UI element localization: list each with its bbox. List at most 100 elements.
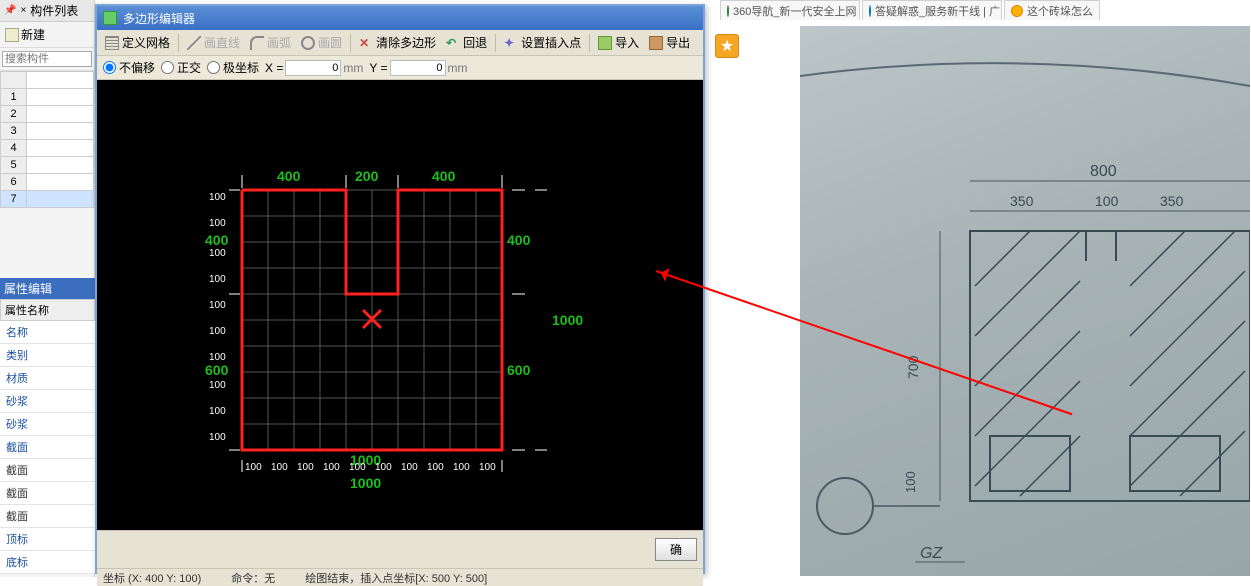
- table-row[interactable]: 2: [1, 106, 94, 123]
- prop-row[interactable]: 截面: [0, 505, 95, 528]
- tick-100: 100: [209, 352, 226, 363]
- panel-title-text: 构件列表: [30, 2, 78, 19]
- tick-100: 100: [209, 274, 226, 285]
- dim-left-600: 600: [205, 362, 228, 378]
- tick-100: 100: [297, 462, 314, 473]
- window-title: 多边形编辑器: [123, 10, 195, 27]
- dim-top-400: 400: [277, 168, 300, 184]
- properties-header: 属性名称: [0, 299, 95, 321]
- dim-350: 350: [1010, 193, 1034, 209]
- import-icon: [598, 36, 612, 50]
- set-insert-point-button[interactable]: ✦ 设置插入点: [500, 33, 585, 52]
- site-icon: [869, 5, 871, 17]
- browser-tab[interactable]: 这个砖垛怎么: [1004, 0, 1100, 20]
- prop-row[interactable]: 截面: [0, 436, 95, 459]
- export-button[interactable]: 导出: [645, 33, 694, 52]
- pin-icon[interactable]: 📌: [4, 5, 16, 16]
- undo-button[interactable]: ↶ 回退: [442, 33, 491, 52]
- tick-100: 100: [209, 218, 226, 229]
- circle-icon: [301, 36, 315, 50]
- tick-100: 100: [209, 300, 226, 311]
- prop-row[interactable]: 名称: [0, 321, 95, 344]
- prop-row[interactable]: 截面: [0, 482, 95, 505]
- new-component-button[interactable]: 新建: [2, 25, 48, 44]
- no-offset-radio[interactable]: 不偏移: [103, 59, 155, 76]
- undo-icon: ↶: [446, 36, 460, 50]
- tick-100: 100: [209, 248, 226, 259]
- y-input[interactable]: [390, 60, 446, 76]
- line-icon: [187, 36, 201, 50]
- dim-700: 700: [905, 355, 921, 379]
- tick-100: 100: [209, 432, 226, 443]
- polar-radio[interactable]: 极坐标: [207, 59, 259, 76]
- blueprint-sketch: 800 350 100 350: [800, 26, 1250, 576]
- prop-row[interactable]: 顶标: [0, 528, 95, 551]
- table-row[interactable]: 7: [1, 191, 94, 208]
- browser-tab[interactable]: 360导航_新一代安全上网 ×: [720, 0, 860, 20]
- draw-line-button[interactable]: 画直线: [183, 33, 244, 52]
- table-row[interactable]: [1, 72, 94, 89]
- close-icon[interactable]: ×: [20, 5, 26, 16]
- app-icon: [103, 11, 117, 25]
- editor-toolbar: 定义网格 画直线 画弧 画圆 ✕ 清除多边形 ↶ 回退 ✦ 设置插入点: [97, 30, 703, 56]
- site-icon: [1011, 5, 1023, 17]
- status-bar: 坐标 (X: 400 Y: 100) 命令：无 绘图结束，插入点坐标[X: 50…: [97, 568, 703, 586]
- prop-row[interactable]: 材质: [0, 367, 95, 390]
- tick-100: 100: [479, 462, 496, 473]
- tick-100: 100: [245, 462, 262, 473]
- dialog-footer: 确: [97, 530, 703, 568]
- prop-row[interactable]: 底标: [0, 551, 95, 574]
- browser-tab[interactable]: 答疑解惑_服务新干线 | 广 ×: [862, 0, 1002, 20]
- panel-header: 📌 × 构件列表: [0, 0, 94, 22]
- dim-350b: 350: [1160, 193, 1184, 209]
- dim-100v: 100: [903, 471, 918, 493]
- x-icon: ✕: [359, 36, 373, 50]
- define-grid-button[interactable]: 定义网格: [101, 33, 174, 52]
- tick-100: 100: [271, 462, 288, 473]
- status-coords: 坐标 (X: 400 Y: 100): [103, 570, 201, 586]
- tick-100: 100: [209, 192, 226, 203]
- ortho-radio[interactable]: 正交: [161, 59, 201, 76]
- draw-arc-button[interactable]: 画弧: [246, 33, 295, 52]
- prop-row[interactable]: 类别: [0, 344, 95, 367]
- tick-100: 100: [323, 462, 340, 473]
- coordinate-bar: 不偏移 正交 极坐标 X = mm Y = mm: [97, 56, 703, 80]
- dim-top-200: 200: [355, 168, 378, 184]
- dim-right-400: 400: [507, 232, 530, 248]
- draw-circle-button[interactable]: 画圆: [297, 33, 346, 52]
- clear-polygon-button[interactable]: ✕ 清除多边形: [355, 33, 440, 52]
- tick-100: 100: [453, 462, 470, 473]
- drawing-canvas[interactable]: 400 200 400 400 600 400 600 1000 1000 10…: [97, 80, 703, 530]
- ok-button[interactable]: 确: [655, 538, 697, 561]
- polygon-drawing: [97, 80, 703, 530]
- prop-row[interactable]: 截面: [0, 459, 95, 482]
- site-icon: [727, 5, 729, 17]
- table-row[interactable]: 4: [1, 140, 94, 157]
- dim-right-1000: 1000: [552, 312, 583, 328]
- table-row[interactable]: 1: [1, 89, 94, 106]
- grid-icon: [105, 36, 119, 50]
- separator: [589, 34, 590, 52]
- export-icon: [649, 36, 663, 50]
- tick-100: 100: [349, 462, 366, 473]
- separator: [495, 34, 496, 52]
- component-table: 1 2 3 4 5 6 7: [0, 71, 94, 208]
- import-button[interactable]: 导入: [594, 33, 643, 52]
- table-row[interactable]: 3: [1, 123, 94, 140]
- tick-100: 100: [427, 462, 444, 473]
- table-row[interactable]: 6: [1, 174, 94, 191]
- table-row[interactable]: 5: [1, 157, 94, 174]
- window-titlebar[interactable]: 多边形编辑器: [97, 6, 703, 30]
- tick-100: 100: [209, 380, 226, 391]
- search-input[interactable]: [2, 51, 92, 67]
- star-icon: ★: [720, 36, 734, 56]
- x-input[interactable]: [285, 60, 341, 76]
- dim-left-400: 400: [205, 232, 228, 248]
- status-command: 命令：无: [231, 570, 275, 586]
- insert-point-icon: ✦: [504, 36, 518, 50]
- dim-800: 800: [1090, 163, 1117, 180]
- favorite-star-button[interactable]: ★: [715, 34, 739, 58]
- status-message: 绘图结束，插入点坐标[X: 500 Y: 500]: [305, 570, 487, 586]
- prop-row[interactable]: 砂浆: [0, 413, 95, 436]
- prop-row[interactable]: 砂浆: [0, 390, 95, 413]
